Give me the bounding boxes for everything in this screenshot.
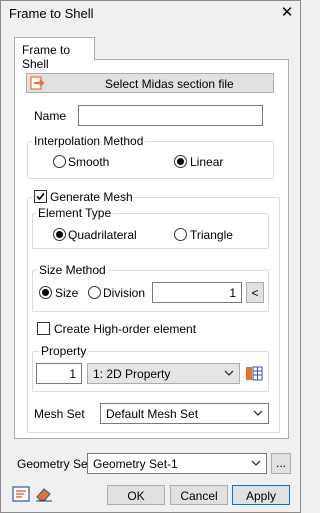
chevron-down-icon [251, 460, 261, 466]
division-label: Division [103, 286, 146, 300]
property-dropdown[interactable]: 1: 2D Property [87, 363, 240, 384]
size-value-field[interactable]: 1 [152, 282, 242, 303]
interpolation-legend: Interpolation Method [32, 134, 146, 148]
report-icon[interactable] [12, 486, 30, 502]
tab-frame-to-shell[interactable]: Frame to Shell [14, 37, 95, 71]
division-radio[interactable] [88, 286, 101, 299]
quadrilateral-radio[interactable] [53, 228, 66, 241]
mesh-set-dropdown[interactable]: Default Mesh Set [100, 403, 269, 424]
property-dropdown-value: 1: 2D Property [93, 367, 171, 381]
name-field[interactable] [78, 105, 263, 126]
high-order-label: Create High-order element [54, 322, 197, 336]
generate-mesh-checkbox[interactable] [34, 190, 47, 203]
chevron-down-icon [253, 410, 263, 416]
geometry-set-more-button[interactable]: ... [271, 453, 291, 474]
property-number-field[interactable]: 1 [36, 363, 82, 384]
pick-size-button[interactable]: < [246, 282, 264, 303]
mesh-set-label: Mesh Set [34, 407, 85, 421]
apply-button[interactable]: Apply [232, 485, 290, 505]
window-title: Frame to Shell [9, 6, 94, 21]
generate-mesh-label: Generate Mesh [50, 190, 133, 204]
size-label: Size [55, 286, 79, 300]
high-order-checkbox[interactable] [37, 322, 50, 335]
linear-label: Linear [190, 155, 224, 169]
dialog-window: Frame to Shell ✕ Frame to Shell Select M… [0, 0, 301, 513]
smooth-radio[interactable] [53, 155, 66, 168]
mesh-set-dropdown-value: Default Mesh Set [106, 407, 199, 421]
linear-radio[interactable] [174, 155, 187, 168]
arrow-file-icon [30, 76, 46, 90]
triangle-label: Triangle [190, 228, 233, 242]
close-button[interactable]: ✕ [277, 3, 297, 23]
name-label: Name [34, 109, 67, 123]
cancel-button[interactable]: Cancel [170, 485, 228, 505]
geometry-set-label: Geometry Set [17, 457, 92, 471]
size-method-legend: Size Method [37, 263, 108, 277]
triangle-radio[interactable] [174, 228, 187, 241]
eraser-icon[interactable] [35, 486, 53, 502]
property-table-icon[interactable] [245, 365, 263, 382]
property-legend: Property [39, 344, 89, 358]
chevron-down-icon [224, 370, 234, 376]
geometry-set-dropdown-value: Geometry Set-1 [93, 457, 178, 471]
geometry-set-dropdown[interactable]: Geometry Set-1 [87, 453, 267, 474]
size-radio[interactable] [39, 286, 52, 299]
ok-button[interactable]: OK [107, 485, 165, 505]
element-type-legend: Element Type [36, 206, 114, 220]
smooth-label: Smooth [68, 155, 110, 169]
quadrilateral-label: Quadrilateral [68, 228, 137, 242]
select-midas-file-button[interactable]: Select Midas section file [26, 73, 274, 93]
select-midas-file-label: Select Midas section file [105, 77, 234, 91]
